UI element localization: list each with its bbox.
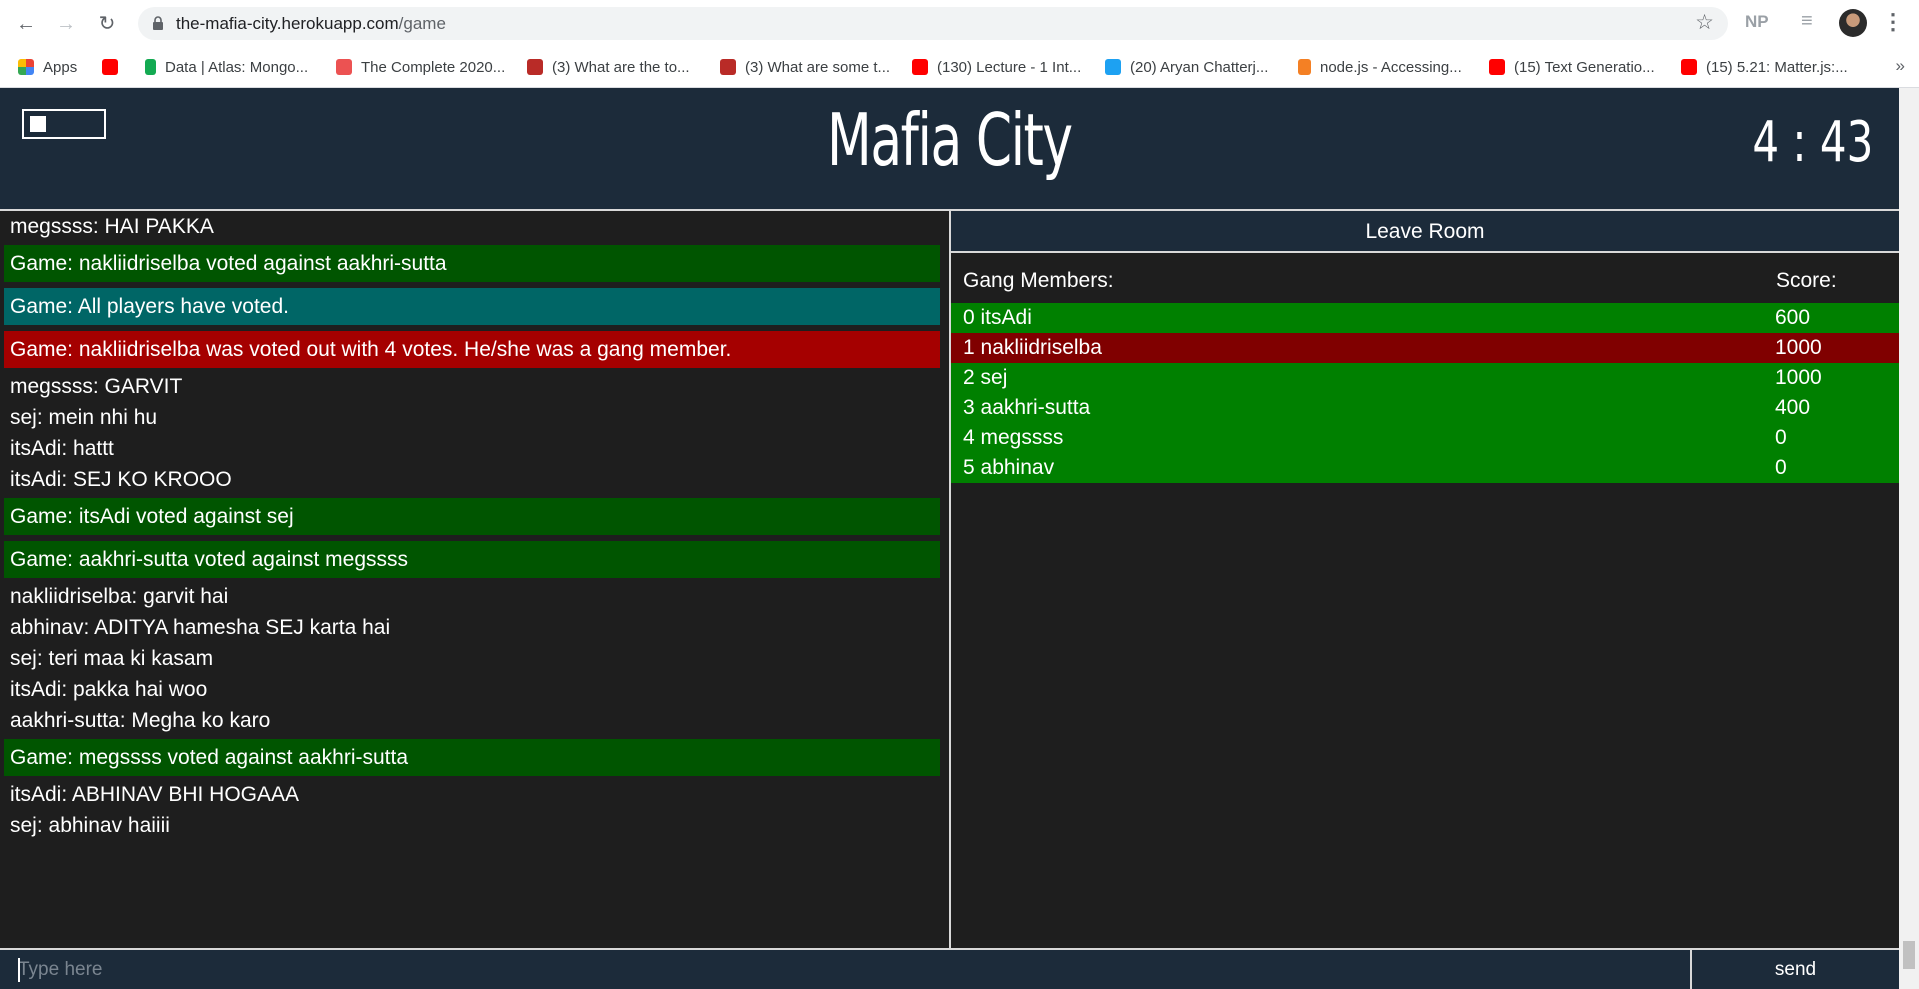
player-name: 1 nakliidriselba: [963, 336, 1102, 359]
bookmark-quora-2[interactable]: (3) What are some t...: [720, 55, 890, 79]
bookmarks-bar: Apps Data | Atlas: Mongo... The Complete…: [0, 47, 1919, 88]
quora-icon: [527, 59, 543, 75]
player-row: 1 nakliidriselba 1000: [951, 333, 1899, 363]
chat-input-bar: send: [0, 948, 1899, 989]
bookmark-matterjs[interactable]: (15) 5.21: Matter.js:...: [1681, 55, 1848, 79]
twitter-icon: [1105, 59, 1121, 75]
bookmark-stackoverflow[interactable]: node.js - Accessing...: [1298, 55, 1462, 79]
bookmark-quora-1[interactable]: (3) What are the to...: [527, 55, 690, 79]
page-title: Mafia City: [827, 98, 1073, 182]
leave-room-button[interactable]: Leave Room: [951, 211, 1899, 253]
round-timer: 4 : 43: [1751, 110, 1873, 175]
player-row: 3 aakhri-sutta 400: [951, 393, 1899, 423]
player-row: 0 itsAdi 600: [951, 303, 1899, 333]
scrollbar-thumb[interactable]: [1903, 941, 1915, 969]
player-score: 1000: [1775, 366, 1822, 389]
quora-icon: [720, 59, 736, 75]
chat-message: itsAdi: SEJ KO KROOO: [10, 468, 232, 491]
player-score: 1000: [1775, 336, 1822, 359]
bookmark-youtube[interactable]: [102, 55, 127, 79]
player-score: 400: [1775, 396, 1811, 419]
game-event-message: Game: aakhri-sutta voted against megssss: [4, 541, 940, 578]
chat-message: sej: mein nhi hu: [10, 406, 158, 429]
game-header: Mafia City 4 : 43: [0, 88, 1899, 211]
game-event-message: Game: nakliidriselba voted against aakhr…: [4, 245, 940, 282]
back-arrow-icon[interactable]: ←: [12, 10, 40, 38]
chat-message: abhinav: ADITYA hamesha SEJ karta hai: [10, 616, 391, 639]
bookmark-udemy[interactable]: The Complete 2020...: [336, 55, 505, 79]
chat-message: megssss: GARVIT: [10, 375, 183, 398]
browser-toolbar: ← → ↻ the-mafia-city.herokuapp.com/game …: [0, 0, 1919, 47]
lock-icon: [153, 16, 163, 30]
chat-message: itsAdi: pakka hai woo: [10, 678, 208, 701]
player-score: 600: [1775, 306, 1811, 329]
send-button[interactable]: send: [1690, 950, 1899, 989]
score-heading: Score:: [1776, 269, 1837, 292]
theme-toggle[interactable]: [22, 109, 106, 139]
chat-input[interactable]: [0, 950, 1690, 989]
url-text: the-mafia-city.herokuapp.com/game: [176, 14, 446, 33]
player-name: 2 sej: [963, 366, 1008, 389]
player-name: 5 abhinav: [963, 456, 1055, 479]
address-bar[interactable]: the-mafia-city.herokuapp.com/game ☆: [138, 7, 1728, 40]
chat-message: nakliidriselba: garvit hai: [10, 585, 229, 608]
text-caret: [18, 958, 20, 982]
udemy-icon: [336, 59, 352, 75]
youtube-icon: [1489, 59, 1505, 75]
bookmark-mongo[interactable]: Data | Atlas: Mongo...: [145, 55, 308, 79]
gang-members-heading: Gang Members:: [963, 269, 1114, 292]
player-name: 4 megssss: [963, 426, 1064, 449]
game-event-message: Game: All players have voted.: [4, 288, 940, 325]
kebab-menu-icon[interactable]: ⋮: [1882, 9, 1904, 35]
chat-log[interactable]: megssss: HAI PAKKA Game: nakliidriselba v…: [0, 211, 950, 948]
bookmarks-overflow-button[interactable]: »: [1896, 56, 1905, 76]
player-score: 0: [1775, 456, 1787, 479]
forward-arrow-icon[interactable]: →: [52, 10, 80, 38]
toggle-knob: [30, 116, 46, 132]
game-event-message: Game: megssss voted against aakhri-sutta: [4, 739, 940, 776]
np-extension-icon[interactable]: NP: [1745, 12, 1769, 32]
player-row: 4 megssss 0: [951, 423, 1899, 453]
chat-message: sej: teri maa ki kasam: [10, 647, 214, 670]
page-scrollbar[interactable]: [1899, 88, 1919, 989]
profile-avatar[interactable]: [1839, 9, 1867, 37]
players-panel: Leave Room Gang Members: Score: 0 itsAdi…: [951, 211, 1899, 948]
game-event-message: Game: itsAdi voted against sej: [4, 498, 940, 535]
youtube-icon: [912, 59, 928, 75]
bookmark-text-generation[interactable]: (15) Text Generatio...: [1489, 55, 1655, 79]
game-event-message: Game: nakliidriselba was voted out with …: [4, 331, 940, 368]
bookmark-apps[interactable]: Apps: [18, 55, 77, 79]
apps-grid-icon: [18, 59, 34, 75]
player-row: 2 sej 1000: [951, 363, 1899, 393]
mongodb-leaf-icon: [145, 59, 156, 75]
stackoverflow-icon: [1298, 59, 1311, 75]
chat-message: aakhri-sutta: Megha ko karo: [10, 709, 271, 732]
game-page: Mafia City 4 : 43 megssss: HAI PAKKA Game…: [0, 88, 1919, 989]
reload-icon[interactable]: ↻: [93, 10, 121, 38]
chat-message: itsAdi: hattt: [10, 437, 114, 460]
youtube-icon: [102, 59, 118, 75]
bookmark-lecture[interactable]: (130) Lecture - 1 Int...: [912, 55, 1081, 79]
playlist-extension-icon[interactable]: ≡: [1801, 10, 1813, 33]
chat-message: itsAdi: ABHINAV BHI HOGAAA: [10, 783, 300, 806]
player-row: 5 abhinav 0: [951, 453, 1899, 483]
youtube-icon: [1681, 59, 1697, 75]
bookmark-star-icon[interactable]: ☆: [1695, 10, 1714, 35]
chat-message: megssss: HAI PAKKA: [10, 215, 214, 238]
chat-message: sej: abhinav haiiii: [10, 814, 170, 837]
player-name: 0 itsAdi: [963, 306, 1032, 329]
bookmark-twitter[interactable]: (20) Aryan Chatterj...: [1105, 55, 1268, 79]
player-score: 0: [1775, 426, 1787, 449]
player-name: 3 aakhri-sutta: [963, 396, 1091, 419]
